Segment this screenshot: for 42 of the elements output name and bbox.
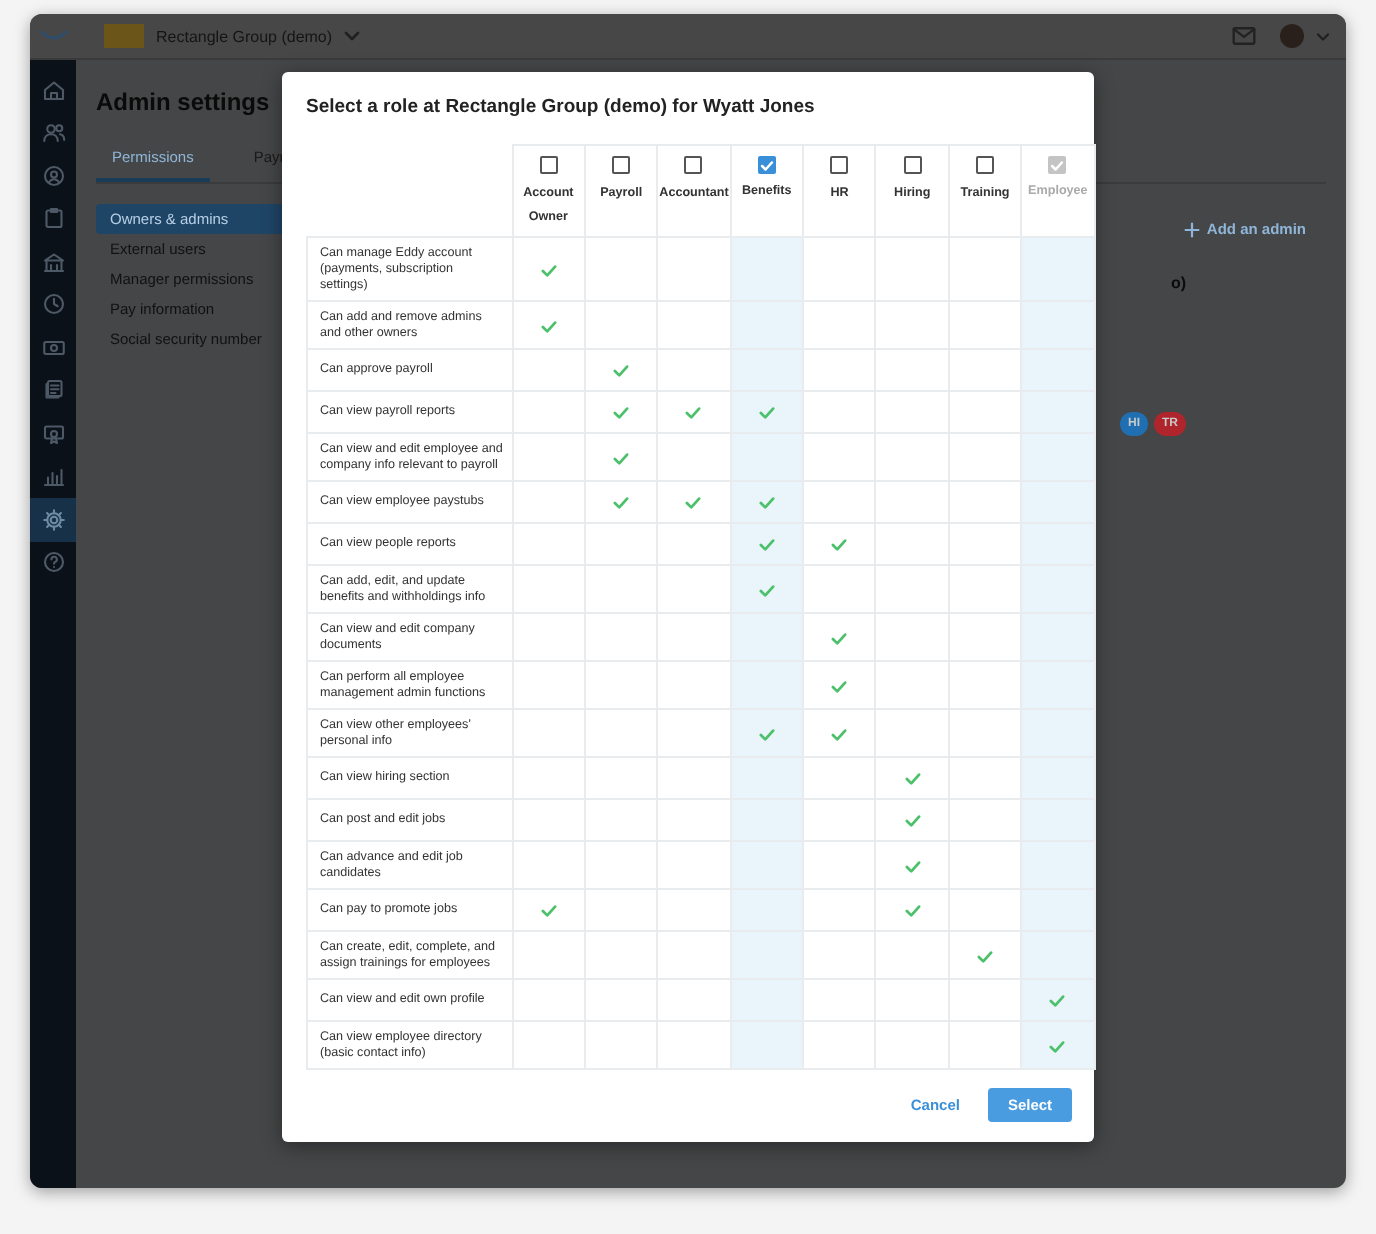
checkmark-icon (903, 814, 922, 828)
checkmark-icon (539, 319, 558, 333)
checkmark-icon (757, 496, 776, 510)
checkmark-icon (1048, 994, 1067, 1008)
checkmark-icon (539, 263, 558, 277)
checkmark-icon (830, 631, 849, 645)
checkbox[interactable] (684, 156, 703, 174)
checkmark-icon (976, 949, 995, 963)
checkmark-icon (539, 904, 558, 918)
checkbox[interactable] (539, 156, 558, 174)
chevron-down-icon[interactable] (344, 30, 361, 42)
checkmark-icon (903, 772, 922, 786)
checkmark-icon (903, 859, 922, 873)
avatar[interactable] (1280, 24, 1304, 48)
checkmark-icon (684, 496, 703, 510)
checkmark-icon (903, 904, 922, 918)
dialog-title: Select a role at Rectangle Group (demo) for Wyatt Jones (306, 96, 817, 118)
checkmark-icon (757, 538, 776, 552)
settings-icon[interactable] (30, 498, 76, 541)
plus-icon (1184, 221, 1201, 237)
checkmark-icon (830, 679, 849, 693)
checkmark-icon (757, 727, 776, 741)
checkbox[interactable] (903, 156, 922, 174)
checkmark-icon (612, 364, 631, 378)
checkbox[interactable] (612, 156, 631, 174)
chevron-down-icon[interactable] (1316, 31, 1330, 41)
checkmark-icon (684, 406, 703, 420)
checkmark-icon (830, 727, 849, 741)
checkbox[interactable] (976, 156, 995, 174)
card-title: o) (1170, 274, 1186, 292)
checkmark-icon (830, 538, 849, 552)
checkmark-icon (757, 583, 776, 597)
checkbox[interactable] (757, 156, 776, 174)
checkmark-icon (1048, 1039, 1067, 1053)
mail-icon[interactable] (1232, 26, 1256, 46)
checkmark-icon (612, 406, 631, 420)
checkbox[interactable] (830, 156, 849, 174)
checkmark-icon (612, 496, 631, 510)
checkmark-icon (612, 451, 631, 465)
company-logo (104, 24, 144, 48)
page-title: Admin settings (96, 88, 270, 116)
checkmark-icon (757, 406, 776, 420)
